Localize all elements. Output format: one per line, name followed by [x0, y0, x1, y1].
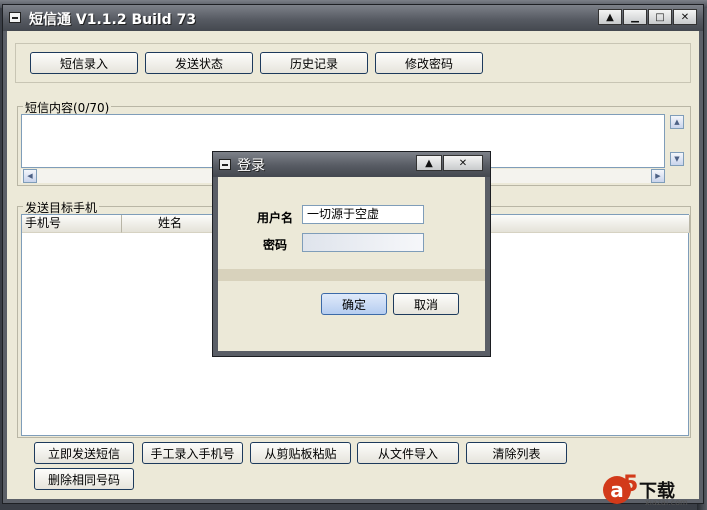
change-password-button[interactable]: 修改密码 — [375, 52, 483, 74]
dialog-menu-icon[interactable] — [219, 159, 231, 170]
scroll-down-icon[interactable]: ▼ — [670, 152, 684, 166]
window-controls: ▲ ▁ □ ✕ — [598, 9, 697, 25]
minimize-button[interactable]: ▁ — [623, 9, 647, 25]
manual-entry-button[interactable]: 手工录入手机号 — [142, 442, 243, 464]
send-now-button[interactable]: 立即发送短信 — [34, 442, 134, 464]
paste-clipboard-button[interactable]: 从剪贴板粘贴 — [250, 442, 351, 464]
maximize-button[interactable]: □ — [648, 9, 672, 25]
watermark-domain: xiazai.com — [645, 498, 688, 507]
username-label: 用户名 — [257, 211, 294, 225]
password-input[interactable] — [302, 233, 424, 252]
window-title: 短信通 V1.1.2 Build 73 — [29, 12, 197, 28]
dialog-controls: ▲ ✕ — [416, 155, 483, 171]
ok-button[interactable]: 确定 — [321, 293, 387, 315]
clear-list-button[interactable]: 清除列表 — [466, 442, 567, 464]
login-title: 登录 — [237, 158, 265, 174]
dialog-separator — [218, 269, 485, 281]
login-client-area: 用户名 一切源于空虚 密码 确定 取消 — [218, 177, 485, 351]
main-titlebar[interactable]: 短信通 V1.1.2 Build 73 ▲ ▁ □ ✕ — [3, 5, 703, 31]
remove-duplicates-button[interactable]: 删除相同号码 — [34, 468, 134, 490]
close-button[interactable]: ✕ — [673, 9, 697, 25]
watermark-logo-digit: 5 — [623, 472, 639, 497]
scroll-right-icon[interactable]: ▶ — [651, 169, 665, 183]
scroll-up-icon[interactable]: ▲ — [670, 115, 684, 129]
password-label: 密码 — [263, 238, 288, 252]
import-file-button[interactable]: 从文件导入 — [357, 442, 459, 464]
send-status-button[interactable]: 发送状态 — [145, 52, 253, 74]
site-watermark: a 5 下载 xiazai.com — [601, 472, 699, 508]
sms-entry-button[interactable]: 短信录入 — [30, 52, 138, 74]
column-phone[interactable]: 手机号 — [22, 215, 122, 233]
dialog-close-button[interactable]: ✕ — [443, 155, 483, 171]
window-menu-icon[interactable] — [9, 12, 21, 23]
scroll-left-icon[interactable]: ◀ — [23, 169, 37, 183]
cancel-button[interactable]: 取消 — [393, 293, 459, 315]
rollup-button[interactable]: ▲ — [598, 9, 622, 25]
toolbar: 短信录入 发送状态 历史记录 修改密码 — [15, 43, 691, 83]
login-titlebar[interactable]: 登录 ▲ ✕ — [213, 152, 490, 177]
username-input[interactable]: 一切源于空虚 — [302, 205, 424, 224]
login-dialog: 登录 ▲ ✕ 用户名 一切源于空虚 密码 确定 取消 — [212, 151, 491, 357]
history-button[interactable]: 历史记录 — [260, 52, 368, 74]
dialog-rollup-button[interactable]: ▲ — [416, 155, 442, 171]
